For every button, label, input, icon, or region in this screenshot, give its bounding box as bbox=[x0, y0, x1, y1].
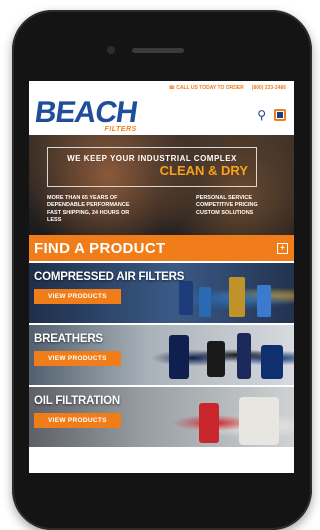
hero-left-item: MORE THAN 65 YEARS OF bbox=[47, 195, 118, 201]
site-header: BEACH FILTERS ⚲ bbox=[29, 95, 294, 135]
view-products-button[interactable]: VIEW PRODUCTS bbox=[34, 413, 121, 428]
top-bar: ☎ CALL US TODAY TO ORDER (800) 233-2486 bbox=[29, 81, 294, 95]
product-image-shape bbox=[199, 287, 211, 317]
menu-icon[interactable] bbox=[274, 109, 286, 121]
hero-right-item: PERSONAL SERVICE bbox=[196, 195, 253, 201]
product-image-shape bbox=[229, 277, 245, 317]
view-products-button[interactable]: VIEW PRODUCTS bbox=[34, 289, 121, 304]
view-products-button[interactable]: VIEW PRODUCTS bbox=[34, 351, 121, 366]
phone-screen: ☎ CALL US TODAY TO ORDER (800) 233-2486 … bbox=[29, 81, 294, 473]
product-name: COMPRESSED AIR FILTERS bbox=[34, 271, 185, 283]
product-tile-oil-filtration[interactable]: OIL FILTRATION VIEW PRODUCTS bbox=[29, 385, 294, 447]
call-to-order-link[interactable]: ☎ CALL US TODAY TO ORDER bbox=[169, 85, 244, 91]
product-image-shape bbox=[239, 397, 279, 445]
product-image-shape bbox=[237, 333, 251, 379]
product-name: OIL FILTRATION bbox=[34, 395, 120, 407]
hero-line1: WE KEEP YOUR INDUSTRIAL COMPLEX bbox=[67, 154, 237, 163]
product-image-shape bbox=[257, 285, 271, 317]
earpiece-speaker bbox=[132, 48, 184, 53]
logo[interactable]: BEACH FILTERS bbox=[32, 95, 140, 133]
find-a-product-bar[interactable]: FIND A PRODUCT + bbox=[29, 235, 294, 261]
hero-left-list: MORE THAN 65 YEARS OF DEPENDABLE PERFORM… bbox=[47, 195, 159, 225]
product-image-shape bbox=[179, 281, 193, 315]
product-tile-compressed-air[interactable]: COMPRESSED AIR FILTERS VIEW PRODUCTS bbox=[29, 261, 294, 323]
hero-line2: CLEAN & DRY bbox=[159, 163, 248, 178]
hero-left-item: FAST SHIPPING, 24 HOURS OR bbox=[47, 209, 130, 216]
find-product-title: FIND A PRODUCT bbox=[34, 239, 166, 257]
phone-number-link[interactable]: (800) 233-2486 bbox=[252, 85, 286, 91]
hero-left-item: LESS bbox=[47, 217, 62, 224]
hero-tagline-box: WE KEEP YOUR INDUSTRIAL COMPLEX CLEAN & … bbox=[47, 147, 257, 187]
hero-feature-lists: MORE THAN 65 YEARS OF DEPENDABLE PERFORM… bbox=[47, 195, 286, 225]
product-name: BREATHERS bbox=[34, 333, 103, 345]
product-image-shape bbox=[169, 335, 189, 379]
hero-right-list: PERSONAL SERVICE COMPETITIVE PRICING CUS… bbox=[196, 195, 286, 225]
front-camera bbox=[107, 46, 115, 54]
product-image-shape bbox=[199, 403, 219, 443]
logo-brand: BEACH bbox=[32, 95, 140, 129]
hero-right-item: COMPETITIVE PRICING bbox=[196, 202, 258, 209]
hero-banner: WE KEEP YOUR INDUSTRIAL COMPLEX CLEAN & … bbox=[29, 135, 294, 235]
product-image-shape bbox=[207, 341, 225, 377]
hero-left-item: DEPENDABLE PERFORMANCE bbox=[47, 202, 130, 209]
hero-right-item: CUSTOM SOLUTIONS bbox=[196, 209, 254, 216]
product-image-shape bbox=[261, 345, 283, 379]
header-icons: ⚲ bbox=[257, 108, 286, 122]
expand-icon[interactable]: + bbox=[277, 242, 288, 254]
product-tile-breathers[interactable]: BREATHERS VIEW PRODUCTS bbox=[29, 323, 294, 385]
menu-line bbox=[277, 116, 283, 118]
call-label: CALL US TODAY TO ORDER bbox=[176, 85, 244, 91]
search-icon[interactable]: ⚲ bbox=[257, 108, 266, 122]
